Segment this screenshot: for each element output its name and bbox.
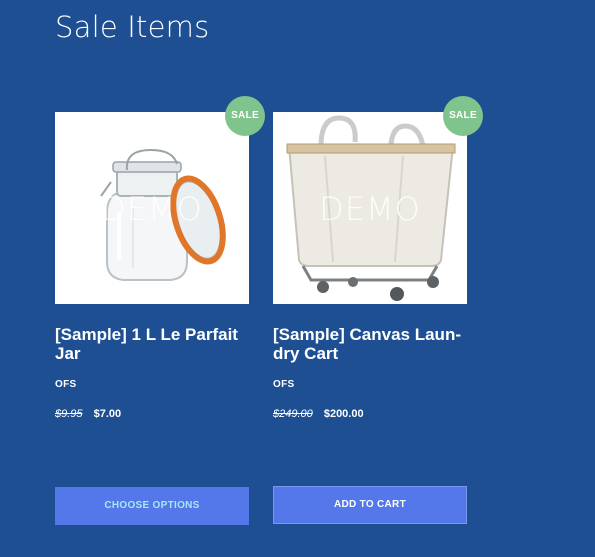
choose-options-button[interactable]: CHOOSE OPTIONS [55, 487, 249, 525]
price-row: $249.00 $200.00 [273, 408, 467, 420]
laundry-cart-icon [286, 115, 456, 301]
product-name[interactable]: [Sample] Canvas Laun- dry Cart [273, 325, 467, 363]
product-image[interactable]: DEMO SALE [273, 96, 483, 304]
sale-badge: SALE [443, 96, 483, 136]
product-brand[interactable]: OFS [273, 379, 467, 390]
add-to-cart-button[interactable]: ADD TO CART [273, 486, 467, 524]
original-price: $9.95 [55, 408, 83, 420]
original-price: $249.00 [273, 408, 313, 420]
product-name[interactable]: [Sample] 1 L Le Parfait Jar [55, 325, 249, 363]
sale-badge: SALE [225, 96, 265, 136]
sale-price: $7.00 [93, 408, 122, 420]
price-row: $9.95 $7.00 [55, 408, 249, 420]
glass-jar-icon [100, 148, 226, 281]
sale-price: $200.00 [323, 408, 364, 420]
product-card: DEMO SALE [Sample] 1 L Le Parfait Jar OF… [55, 96, 265, 420]
product-brand[interactable]: OFS [55, 379, 249, 390]
product-image[interactable]: DEMO SALE [55, 96, 265, 304]
product-card: DEMO SALE [Sample] Canvas Laun- dry Cart… [273, 96, 483, 420]
section-title: Sale Items [55, 10, 210, 44]
